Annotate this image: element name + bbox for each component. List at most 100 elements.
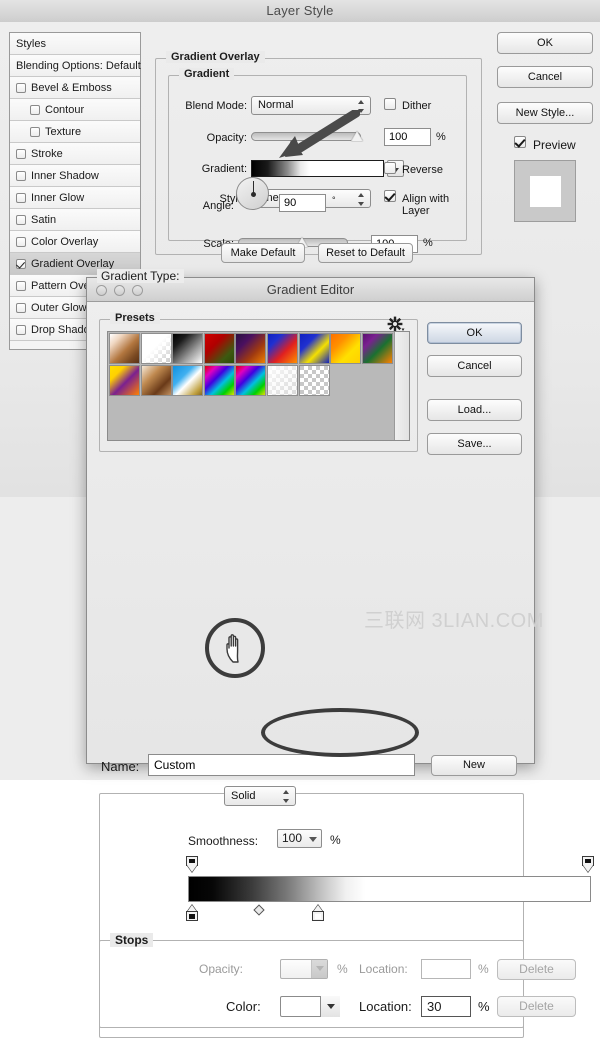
updown-arrows-icon xyxy=(358,193,365,206)
preview-checkbox[interactable] xyxy=(514,136,526,148)
gradient-preset-swatch[interactable] xyxy=(109,365,140,396)
gradient-preset-swatch[interactable] xyxy=(141,365,172,396)
styles-list-label: Color Overlay xyxy=(31,236,98,248)
gradient-preset-swatch[interactable] xyxy=(109,333,140,364)
layer-style-titlebar[interactable]: Layer Style xyxy=(0,0,600,23)
opacity-stop-right[interactable] xyxy=(582,856,594,872)
styles-list-checkbox[interactable] xyxy=(16,171,26,181)
new-style-button[interactable]: New Style... xyxy=(497,102,593,124)
angle-value: 90 xyxy=(284,197,296,209)
styles-list-row-color-overlay[interactable]: Color Overlay xyxy=(10,231,140,253)
gradient-preset-swatch[interactable] xyxy=(141,333,172,364)
reset-to-default-button[interactable]: Reset to Default xyxy=(318,243,413,263)
delete-opacity-stop-button: Delete xyxy=(497,959,576,980)
presets-scrollbar[interactable] xyxy=(394,332,409,440)
opacity-slider[interactable] xyxy=(251,132,361,141)
gradient-preset-swatch[interactable] xyxy=(235,365,266,396)
gradient-editor-window: Gradient Editor Presets OK Cancel Load..… xyxy=(86,277,535,764)
styles-list-checkbox[interactable] xyxy=(16,215,26,225)
smoothness-value: 100 xyxy=(282,831,302,845)
styles-list-row-stroke[interactable]: Stroke xyxy=(10,143,140,165)
gradient-overlay-legend: Gradient Overlay xyxy=(166,51,265,63)
presets-grid[interactable] xyxy=(109,333,394,441)
styles-list-row-inner-glow[interactable]: Inner Glow xyxy=(10,187,140,209)
angle-dial[interactable] xyxy=(236,177,269,210)
gradient-preset-swatch[interactable] xyxy=(299,365,330,396)
styles-list-label: Texture xyxy=(45,126,81,138)
styles-list-row-inner-shadow[interactable]: Inner Shadow xyxy=(10,165,140,187)
styles-list-row-bevel-emboss[interactable]: Bevel & Emboss xyxy=(10,77,140,99)
blend-mode-select[interactable]: Normal xyxy=(251,96,371,115)
styles-list-row-satin[interactable]: Satin xyxy=(10,209,140,231)
updown-arrows-icon xyxy=(283,790,290,803)
stop-location-bottom-input[interactable]: 30 xyxy=(421,996,471,1017)
gradient-preset-swatch[interactable] xyxy=(172,365,203,396)
gradient-editor-ok-button[interactable]: OK xyxy=(427,322,522,344)
chevron-down-icon xyxy=(309,837,317,842)
gradient-preset-swatch[interactable] xyxy=(204,365,235,396)
styles-list-checkbox[interactable] xyxy=(30,127,40,137)
gradient-preset-swatch[interactable] xyxy=(204,333,235,364)
gradient-preset-swatch[interactable] xyxy=(267,365,298,396)
styles-list-checkbox[interactable] xyxy=(16,281,26,291)
opacity-stop-left[interactable] xyxy=(186,856,198,872)
presets-legend: Presets xyxy=(110,312,160,324)
gear-icon[interactable] xyxy=(387,316,405,332)
presets-well[interactable] xyxy=(107,331,410,441)
chevron-down-icon xyxy=(316,966,324,971)
gradient-preset-swatch[interactable] xyxy=(267,333,298,364)
opacity-slider-thumb[interactable] xyxy=(351,131,363,141)
preview-thumbnail-inner xyxy=(530,176,561,207)
name-label: Name: xyxy=(101,759,139,774)
gradient-ramp[interactable] xyxy=(188,876,591,902)
name-input[interactable]: Custom xyxy=(148,754,415,776)
gradient-preset-swatch[interactable] xyxy=(362,333,393,364)
styles-list-row-styles[interactable]: Styles xyxy=(10,33,140,55)
presets-group: Presets xyxy=(99,319,418,452)
stop-opacity-input xyxy=(280,959,328,979)
opacity-unit: % xyxy=(436,131,446,143)
styles-list-checkbox[interactable] xyxy=(16,149,26,159)
angle-hub-icon xyxy=(251,192,256,197)
gradient-preset-swatch[interactable] xyxy=(299,333,330,364)
gradient-editor-cancel-button[interactable]: Cancel xyxy=(427,355,522,377)
align-with-layer-checkbox[interactable] xyxy=(384,190,396,202)
gradient-preset-swatch[interactable] xyxy=(172,333,203,364)
styles-list-label: Inner Glow xyxy=(31,192,84,204)
styles-list-row-contour[interactable]: Contour xyxy=(10,99,140,121)
gradient-overlay-group: Gradient Overlay Gradient Blend Mode: No… xyxy=(155,58,482,255)
styles-list-checkbox[interactable] xyxy=(16,83,26,93)
stop-location-bottom-label: Location: xyxy=(359,999,412,1014)
opacity-input[interactable]: 100 xyxy=(384,128,431,146)
smoothness-unit: % xyxy=(330,833,341,847)
layer-style-ok-button[interactable]: OK xyxy=(497,32,593,54)
styles-list-checkbox[interactable] xyxy=(16,259,26,269)
color-stop-left[interactable] xyxy=(186,905,198,921)
angle-input[interactable]: 90 xyxy=(279,194,326,212)
gradient-preset-swatch[interactable] xyxy=(330,333,361,364)
styles-list-checkbox[interactable] xyxy=(16,193,26,203)
stop-location-bottom-value: 30 xyxy=(427,999,441,1014)
styles-list-checkbox[interactable] xyxy=(16,303,26,313)
color-stop-selected[interactable] xyxy=(312,905,324,921)
styles-list-checkbox[interactable] xyxy=(16,237,26,247)
dither-label: Dither xyxy=(402,100,431,112)
gradient-preview-swatch[interactable] xyxy=(251,160,384,177)
dither-checkbox[interactable] xyxy=(384,98,396,110)
stop-color-dropdown[interactable] xyxy=(320,996,340,1017)
styles-list-checkbox[interactable] xyxy=(16,325,26,335)
styles-list-checkbox[interactable] xyxy=(30,105,40,115)
gradient-preset-swatch[interactable] xyxy=(235,333,266,364)
gradient-type-select[interactable]: Solid xyxy=(224,786,296,806)
save-button[interactable]: Save... xyxy=(427,433,522,455)
styles-list-row-blending-options-default[interactable]: Blending Options: Default xyxy=(10,55,140,77)
color-stop-square xyxy=(312,911,324,921)
load-button[interactable]: Load... xyxy=(427,399,522,421)
styles-list-row-texture[interactable]: Texture xyxy=(10,121,140,143)
smoothness-select[interactable]: 100 xyxy=(277,829,322,848)
reverse-checkbox[interactable] xyxy=(384,162,396,174)
layer-style-cancel-button[interactable]: Cancel xyxy=(497,66,593,88)
angle-unit: ° xyxy=(332,195,336,205)
make-default-button[interactable]: Make Default xyxy=(221,243,305,263)
new-gradient-button[interactable]: New xyxy=(431,755,517,776)
